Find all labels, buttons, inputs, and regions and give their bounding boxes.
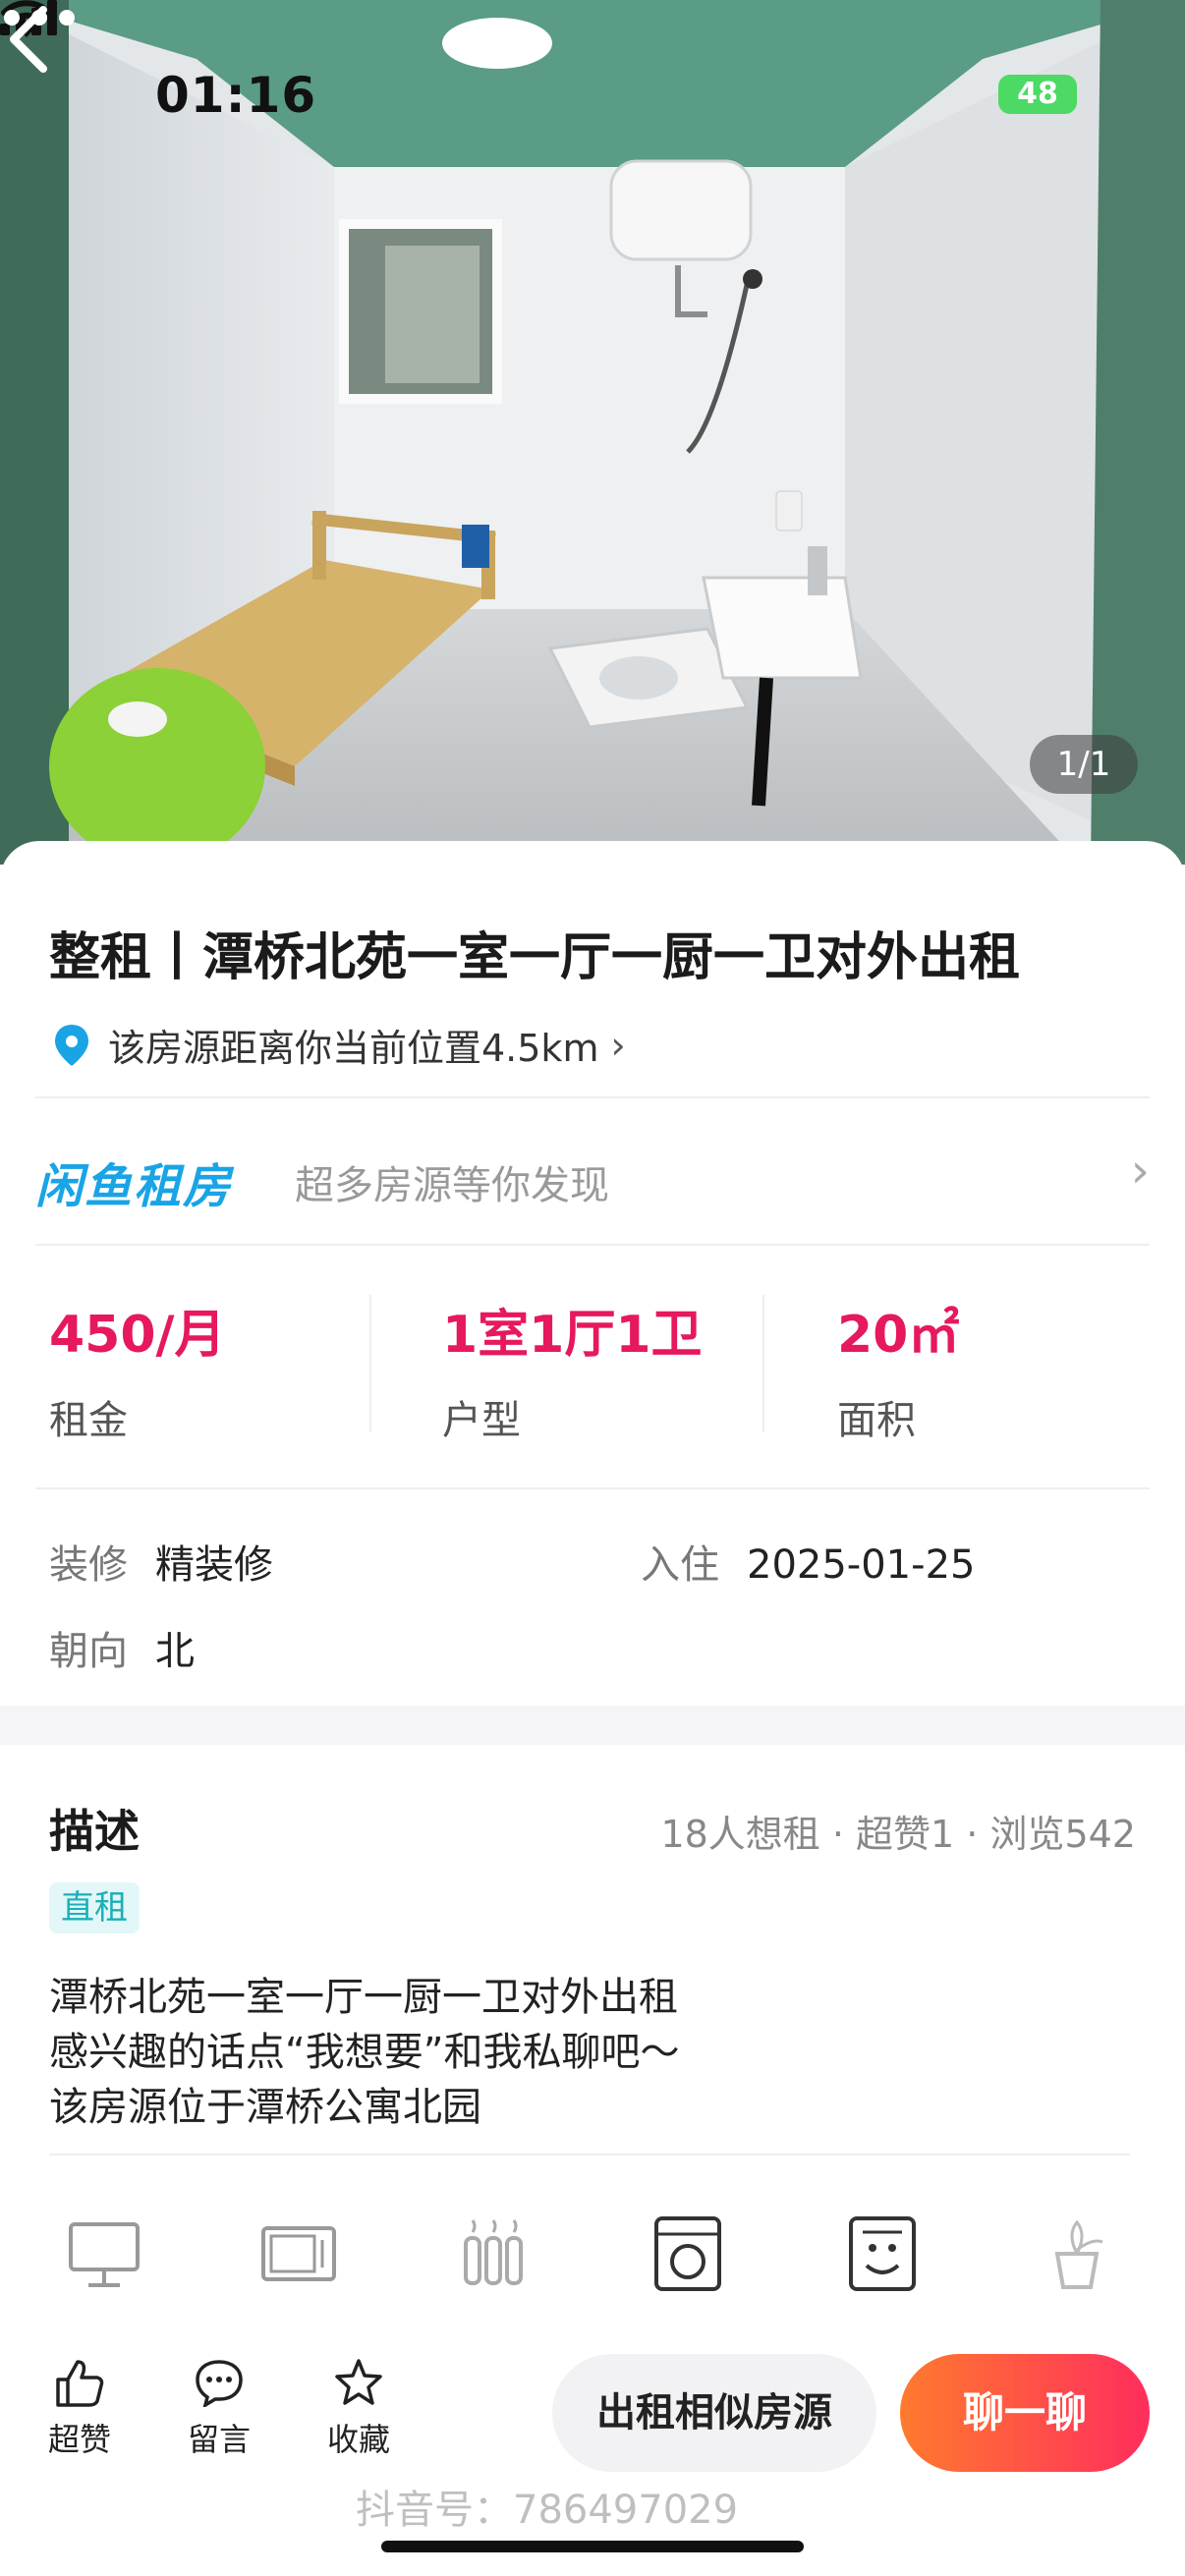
movein-label: 入住 <box>641 1542 719 1588</box>
orientation-value: 北 <box>155 1629 195 1674</box>
chevron-right-icon: › <box>1130 1144 1150 1199</box>
area-label: 面积 <box>837 1398 916 1443</box>
section-gap <box>0 1706 1185 1745</box>
chat-button[interactable]: 聊一聊 <box>900 2354 1150 2472</box>
rent-value: 450/月 <box>49 1306 226 1365</box>
plant-icon <box>1054 2219 1103 2289</box>
area-value: 20㎡ <box>837 1306 960 1365</box>
stat-separator <box>762 1295 764 1432</box>
divider <box>35 1487 1150 1489</box>
xianyu-rent-banner[interactable]: 闲鱼租房 超多房源等你发现 › <box>35 1130 1150 1238</box>
star-icon <box>335 2359 382 2405</box>
description-title: 描述 <box>49 1805 140 1858</box>
favorite-button[interactable]: 收藏 <box>314 2358 403 2460</box>
divider <box>49 2154 1130 2156</box>
description-meta: 18人想租 · 超赞1 · 浏览542 <box>660 1813 1136 1856</box>
stat-area: 20㎡ 面积 <box>837 1293 959 1445</box>
layout-label: 户型 <box>442 1398 521 1443</box>
rent-label: 租金 <box>49 1398 128 1443</box>
description-line: 感兴趣的话点“我想要”和我私聊吧～ <box>49 2030 680 2075</box>
listing-title: 整租丨潭桥北苑一室一厅一厨一卫对外出租 <box>49 928 1021 987</box>
battery-level: 48 <box>1017 77 1058 111</box>
location-row[interactable]: 该房源距离你当前位置4.5km › <box>55 1018 626 1072</box>
comment-bubble-icon <box>196 2360 243 2409</box>
decoration-label: 装修 <box>49 1542 128 1588</box>
banner-subtitle: 超多房源等你发现 <box>295 1163 609 1208</box>
chevron-right-icon: › <box>610 1023 626 1067</box>
layout-value: 1室1厅1卫 <box>442 1306 703 1365</box>
like-label: 超赞 <box>47 2421 111 2458</box>
battery-indicator: 48 <box>998 75 1077 114</box>
comment-button[interactable]: 留言 <box>175 2358 263 2460</box>
location-distance: 该房源距离你当前位置4.5km <box>108 1027 599 1070</box>
heater-icon <box>464 2219 523 2285</box>
more-options-icon[interactable] <box>0 0 79 35</box>
decoration-row: 装修 精装修 <box>49 1533 273 1590</box>
decoration-value: 精装修 <box>155 1542 273 1588</box>
home-indicator[interactable] <box>381 2541 804 2552</box>
like-button[interactable]: 超赞 <box>35 2358 124 2460</box>
listing-photo[interactable]: 01:16 48 1/1 <box>0 0 1185 865</box>
movein-value: 2025-01-25 <box>747 1542 976 1588</box>
movein-row: 入住 2025-01-25 <box>641 1533 975 1590</box>
washing-machine-icon <box>654 2216 721 2291</box>
divider <box>35 1244 1150 1246</box>
photo-counter: 1/1 <box>1030 735 1138 794</box>
thumbs-up-icon <box>56 2360 104 2407</box>
stat-layout: 1室1厅1卫 户型 <box>442 1293 703 1445</box>
microwave-icon <box>261 2226 336 2281</box>
stat-rent: 450/月 租金 <box>49 1293 226 1445</box>
description-line: 潭桥北苑一室一厅一厨一卫对外出租 <box>49 1975 678 2020</box>
status-bar: 01:16 48 <box>0 0 1185 187</box>
range-hood-icon <box>849 2216 916 2291</box>
description-line: 该房源位于潭桥公寓北园 <box>49 2085 481 2130</box>
location-pin-icon <box>55 1024 88 1066</box>
status-time: 01:16 <box>155 67 317 124</box>
douyin-watermark: 抖音号：786497029 <box>356 2488 739 2533</box>
direct-rent-tag: 直租 <box>49 1882 140 1933</box>
favorite-label: 收藏 <box>326 2421 390 2458</box>
orientation-row: 朝向北 <box>49 1619 195 1676</box>
comment-label: 留言 <box>187 2421 251 2458</box>
brand-logo: 闲鱼租房 <box>35 1159 233 1214</box>
divider <box>35 1096 1150 1098</box>
stat-separator <box>369 1295 371 1432</box>
rent-similar-button[interactable]: 出租相似房源 <box>552 2354 876 2472</box>
tv-icon <box>69 2222 140 2287</box>
orientation-label: 朝向 <box>49 1629 128 1674</box>
